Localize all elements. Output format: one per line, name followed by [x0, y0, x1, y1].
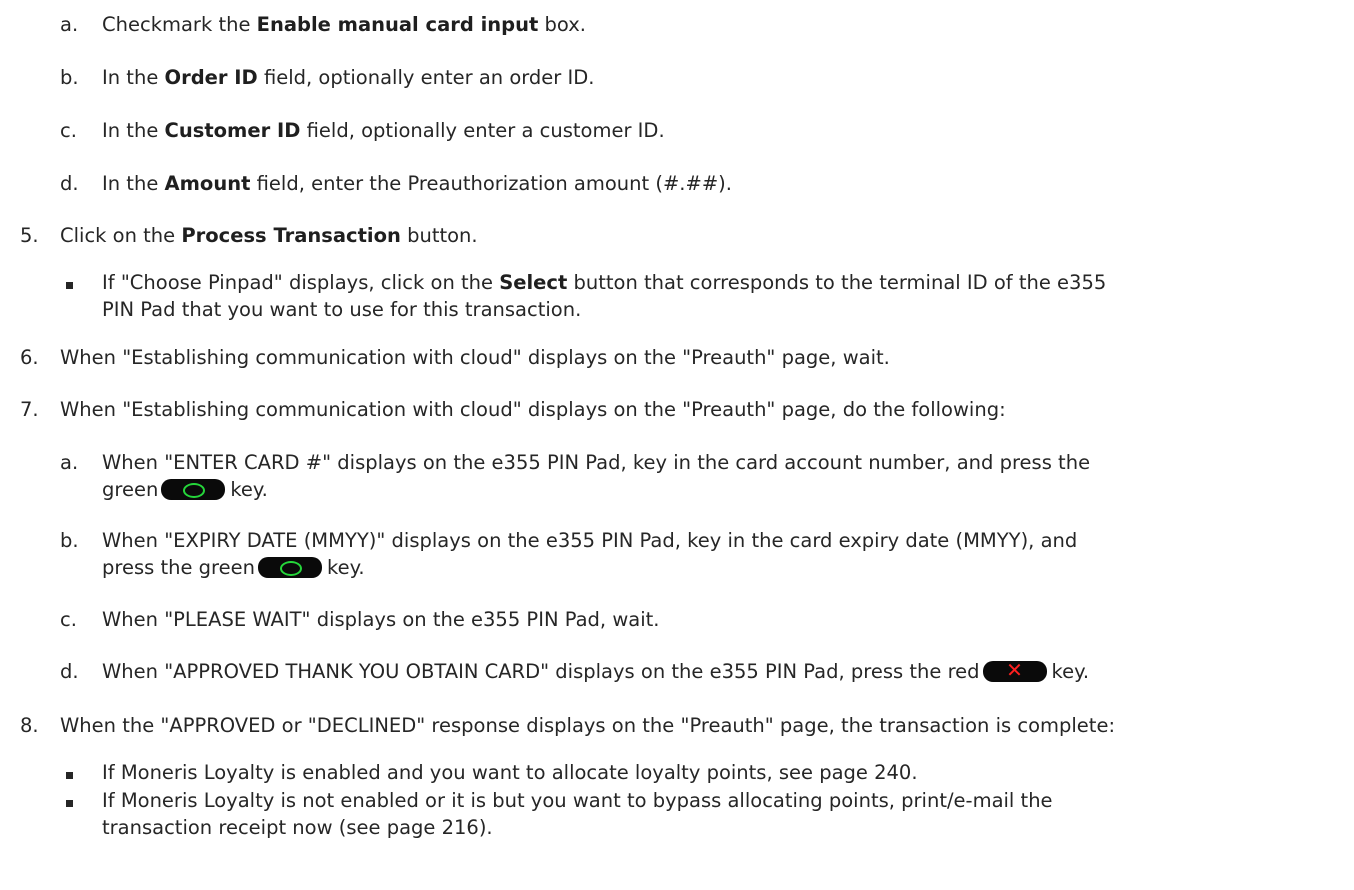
green-o-key-icon — [258, 556, 323, 578]
step-7a-marker: a. — [60, 451, 79, 474]
step-7-text: When "Establishing communication with cl… — [60, 398, 1006, 421]
step-8-bullet-2-cont: transaction receipt now (see page 216). — [102, 816, 493, 839]
step-5-bullet-text: If "Choose Pinpad" displays, click on th… — [102, 271, 1107, 294]
step-6-marker: 6. — [20, 346, 39, 369]
step-7c-marker: c. — [60, 608, 77, 631]
step-5-bullet-cont: PIN Pad that you want to use for this tr… — [102, 298, 582, 321]
document-page: a. Checkmark the Enable manual card inpu… — [0, 0, 1354, 890]
step-4c-text: In the Customer ID field, optionally ent… — [102, 119, 665, 142]
step-7a-text: When "ENTER CARD #" displays on the e355… — [102, 451, 1091, 474]
step-4b-marker: b. — [60, 66, 79, 89]
step-6-text: When "Establishing communication with cl… — [60, 346, 890, 369]
step-8-bullet-2-text: If Moneris Loyalty is not enabled or it … — [102, 789, 1053, 812]
step-7b-text: When "EXPIRY DATE (MMYY)" displays on th… — [102, 529, 1078, 552]
green-o-key-icon — [161, 478, 226, 500]
step-4d-marker: d. — [60, 172, 79, 195]
step-4a-marker: a. — [60, 13, 79, 36]
step-7d-marker: d. — [60, 660, 79, 683]
bullet-square-icon — [66, 282, 73, 289]
step-5-text: Click on the Process Transaction button. — [60, 224, 478, 247]
step-7b-cont: press the green key. — [102, 556, 365, 579]
step-4a-text: Checkmark the Enable manual card input b… — [102, 13, 586, 36]
step-7d-text: When "APPROVED THANK YOU OBTAIN CARD" di… — [102, 657, 1090, 684]
red-x-key-icon: ✕ — [982, 658, 1047, 682]
step-8-text: When the "APPROVED or "DECLINED" respons… — [60, 714, 1116, 737]
step-7c-text: When "PLEASE WAIT" displays on the e355 … — [102, 608, 660, 631]
step-8-marker: 8. — [20, 714, 39, 737]
step-7b-marker: b. — [60, 529, 79, 552]
step-4c-marker: c. — [60, 119, 77, 142]
bullet-square-icon — [66, 800, 73, 807]
step-5-marker: 5. — [20, 224, 39, 247]
step-4b-text: In the Order ID field, optionally enter … — [102, 66, 595, 89]
step-7-marker: 7. — [20, 398, 39, 421]
step-7a-cont: green key. — [102, 478, 268, 501]
bullet-square-icon — [66, 772, 73, 779]
step-4d-text: In the Amount field, enter the Preauthor… — [102, 172, 732, 195]
step-8-bullet-1-text: If Moneris Loyalty is enabled and you wa… — [102, 761, 918, 784]
